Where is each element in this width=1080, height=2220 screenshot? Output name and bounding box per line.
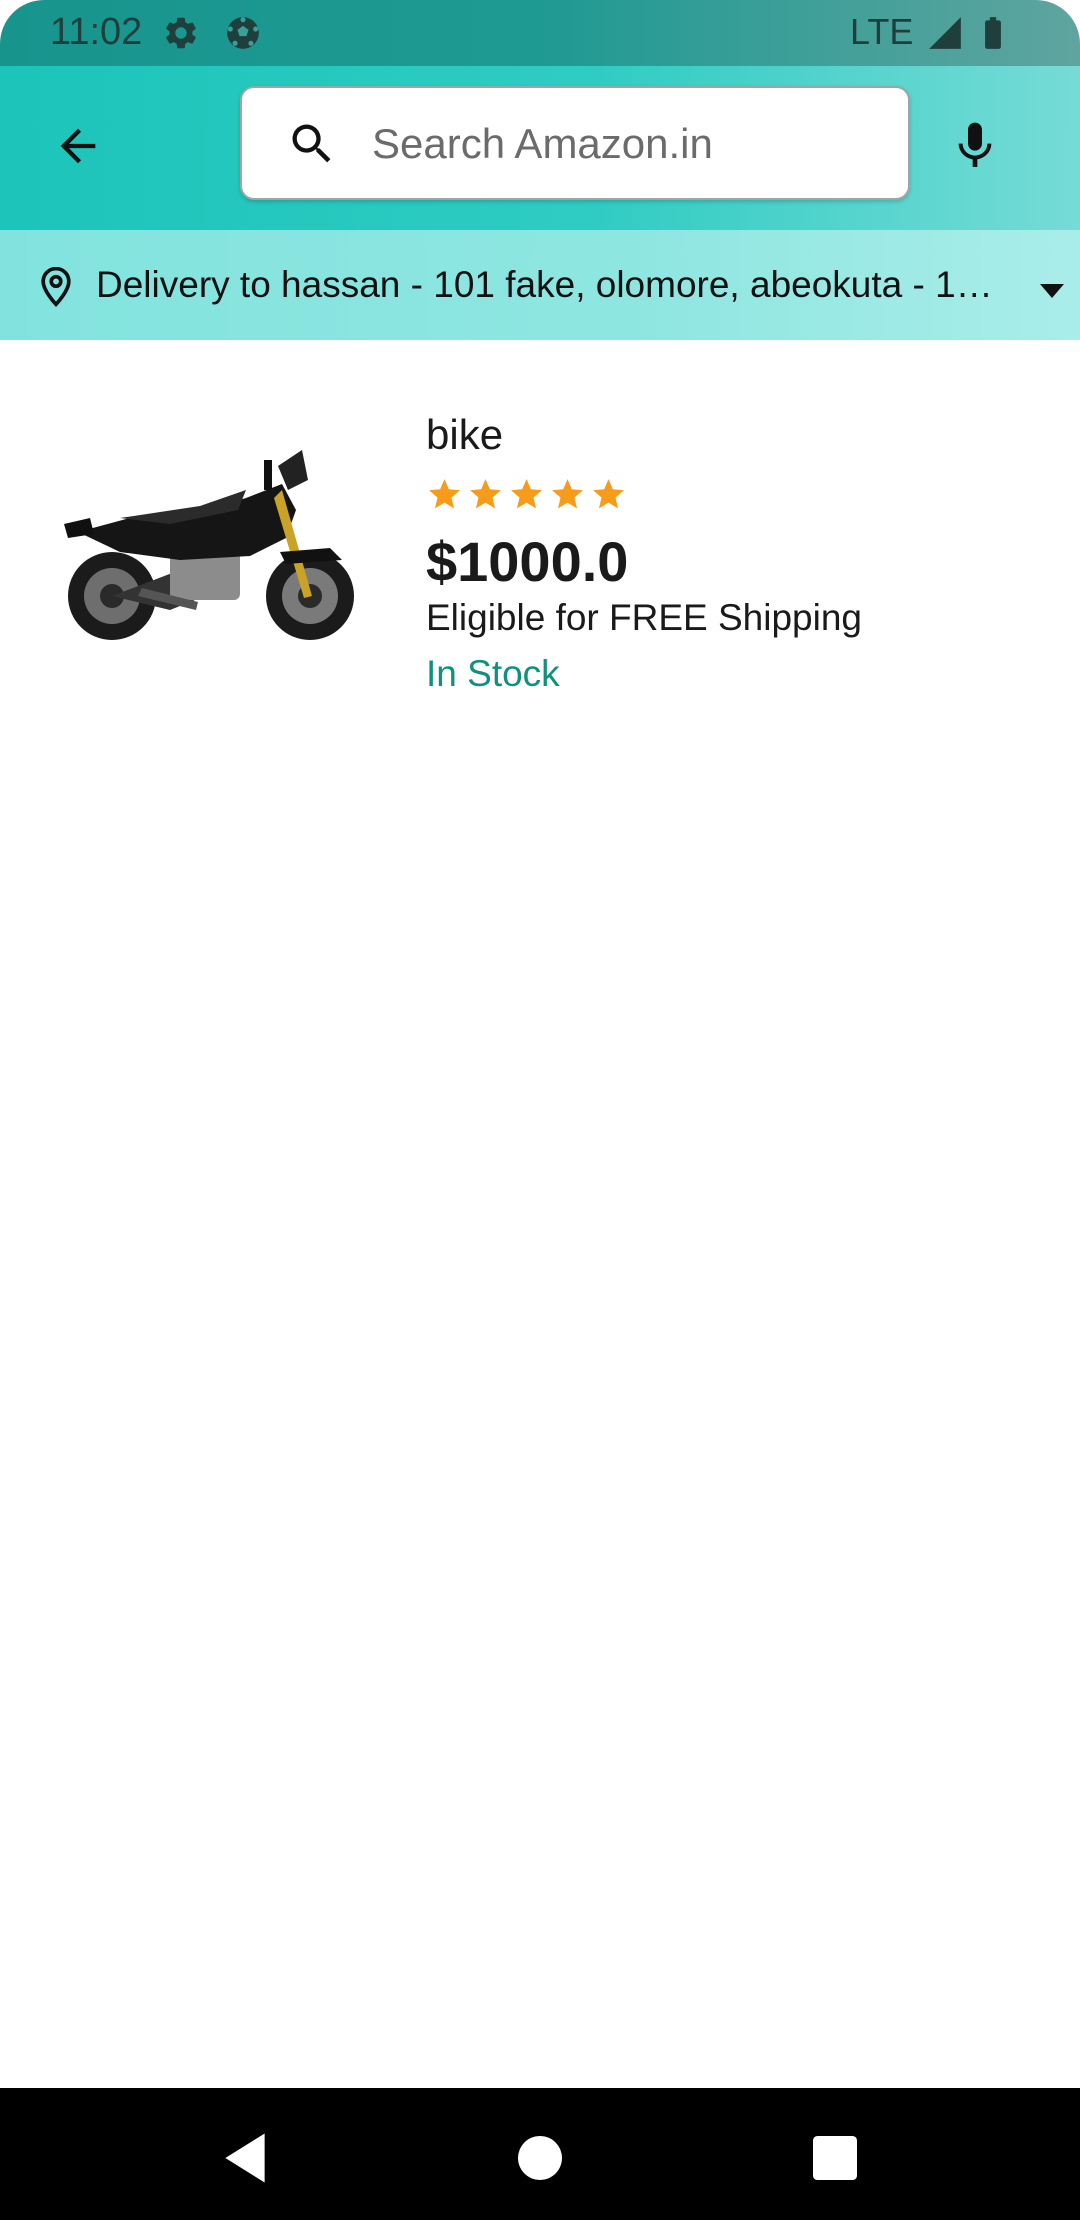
star-icon (429, 479, 460, 509)
network-type: LTE (850, 11, 914, 52)
motorcycle-image (64, 450, 354, 640)
caret-down-icon (1040, 284, 1064, 298)
stock-status: In Stock (426, 653, 560, 694)
status-time: 11:02 (50, 11, 143, 53)
star-icon (593, 479, 624, 509)
location-pin-icon (41, 266, 71, 307)
app-bar (0, 66, 1080, 230)
microphone-icon (958, 122, 992, 167)
star-icon (470, 479, 501, 509)
star-icon (511, 479, 542, 509)
status-bar: 11:02 LTE (0, 0, 1080, 66)
product-rating (426, 476, 627, 520)
product-title: bike (426, 411, 504, 458)
nav-recents-button[interactable] (795, 2118, 875, 2198)
delivery-address-text: Delivery to hassan - 101 fake, olomore, … (96, 264, 993, 305)
recents-square-icon (813, 2136, 857, 2180)
star-icon (552, 479, 583, 509)
system-nav-bar (0, 2088, 1080, 2220)
arrow-left-icon (60, 128, 96, 164)
back-button[interactable] (38, 106, 118, 186)
nav-back-button[interactable] (205, 2118, 285, 2198)
home-circle-icon (518, 2136, 562, 2180)
settings-gear-icon (166, 17, 196, 49)
delivery-address-bar[interactable]: Delivery to hassan - 101 fake, olomore, … (0, 230, 1080, 340)
signal-icon (929, 17, 961, 49)
search-input[interactable] (370, 106, 894, 182)
battery-icon (985, 17, 1001, 49)
mic-button[interactable] (940, 106, 1010, 186)
search-icon (292, 124, 331, 163)
product-price: $1000.0 (426, 530, 629, 593)
nav-home-button[interactable] (500, 2118, 580, 2198)
soccer-ball-icon (227, 17, 259, 49)
product-card[interactable]: bike $1000.0 Eligible for FREE Shipping … (0, 380, 1080, 720)
back-triangle-icon (225, 2133, 265, 2183)
search-bar[interactable] (240, 86, 910, 200)
shipping-info: Eligible for FREE Shipping (426, 597, 862, 638)
